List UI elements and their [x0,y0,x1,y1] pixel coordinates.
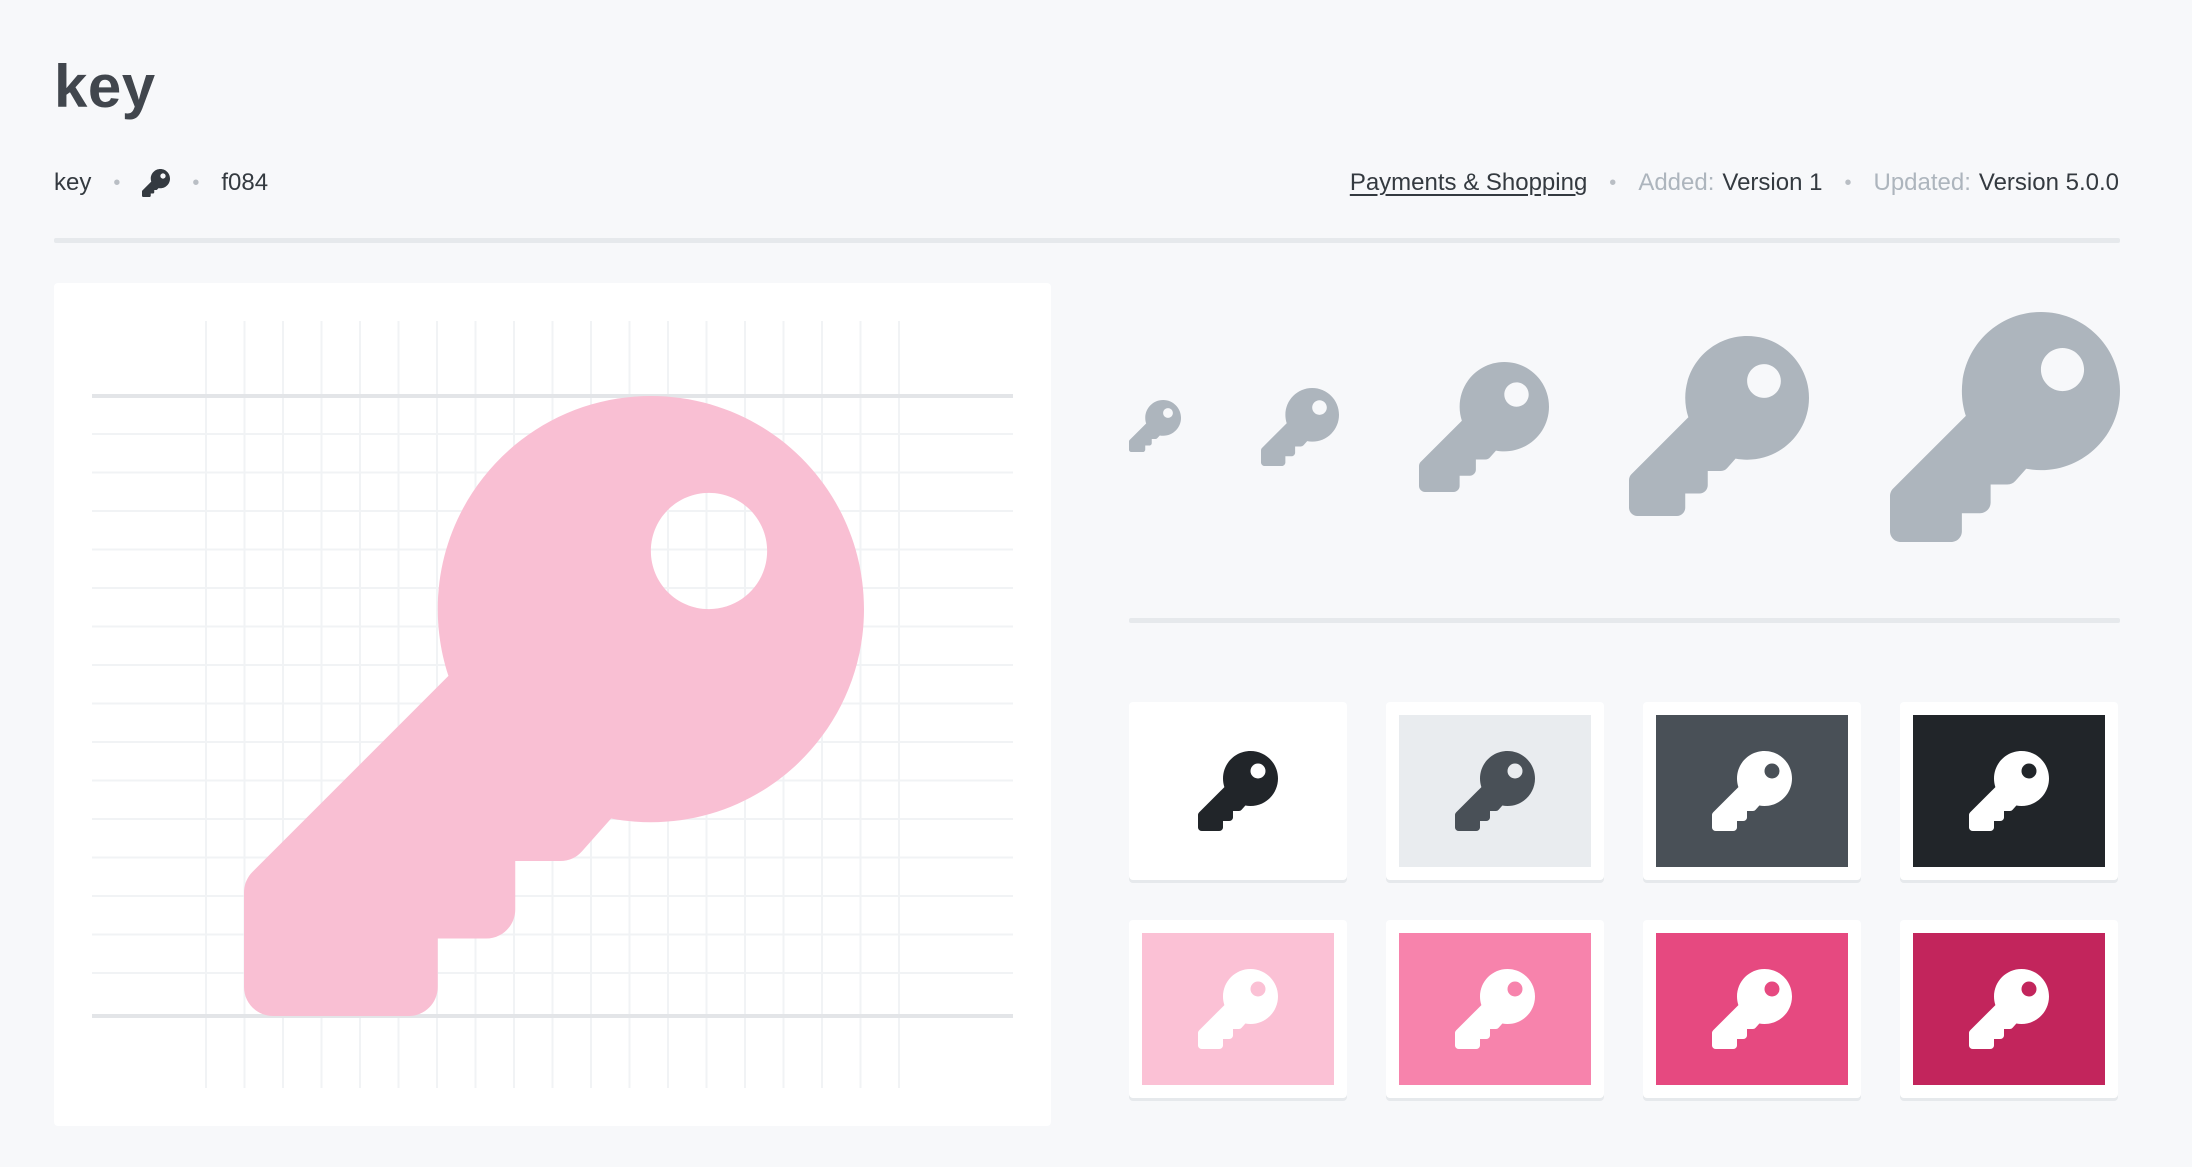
sizes-divider [1129,618,2120,623]
updated-version: Version 5.0.0 [1978,169,2119,196]
key-icon [1455,751,1535,831]
key-icon [1129,400,1181,452]
key-icon [1455,969,1535,1049]
swatch-dark-gray[interactable] [1643,702,1861,880]
swatch-background [1913,715,2105,867]
key-icon [1198,969,1278,1049]
key-hole [1507,763,1523,779]
key-icon [1261,388,1339,466]
swatch-background [1399,715,1591,867]
swatch-light-gray[interactable] [1386,702,1604,880]
key-hole [1250,763,1266,779]
category-link[interactable]: Payments & Shopping [1350,169,1587,197]
key-hole [2021,981,2037,997]
key-icon [1629,336,1809,516]
icon-name-label: key [54,169,92,196]
swatch-background [1656,933,1848,1085]
grid-canvas [92,321,1013,1088]
key-hole [1764,981,1780,997]
key-hole [2021,763,2037,779]
icon-meta-left: key • • f084 [54,166,268,200]
added-version: Version 1 [1722,169,1823,196]
swatch-background [1142,715,1334,867]
separator-dot: • [1844,171,1852,194]
swatch-background [1656,715,1848,867]
unicode-value[interactable]: f084 [221,169,268,197]
header-divider [54,238,2120,243]
key-hole [1507,981,1523,997]
key-icon [1712,751,1792,831]
swatch-pink-darker[interactable] [1900,920,2118,1098]
key-icon [244,396,864,1016]
key-icon [1198,751,1278,831]
separator-dot: • [1609,171,1617,194]
key-icon [1969,969,2049,1049]
swatch-pink-dark[interactable] [1643,920,1861,1098]
updated-label: Updated: [1873,169,1971,196]
size-previews [1129,300,2120,560]
key-icon [1419,362,1549,492]
added-label: Added: [1638,169,1715,196]
key-icon [142,169,171,197]
icon-meta-right: Payments & Shopping • Added: Version 1 •… [1350,166,2119,200]
icon-grid-preview [54,283,1051,1126]
separator-dot: • [192,171,200,194]
key-icon [1712,969,1792,1049]
swatch-background [1399,933,1591,1085]
swatch-pink[interactable] [1386,920,1604,1098]
swatch-background [1913,933,2105,1085]
swatch-background [1142,933,1334,1085]
key-icon [1969,751,2049,831]
swatch-white[interactable] [1129,702,1347,880]
key-hole [1250,981,1266,997]
separator-dot: • [113,171,121,194]
swatch-black[interactable] [1900,702,2118,880]
swatch-pink-light[interactable] [1129,920,1347,1098]
key-hole [1764,763,1780,779]
key-icon [1890,312,2120,542]
page-title: key [54,53,156,120]
